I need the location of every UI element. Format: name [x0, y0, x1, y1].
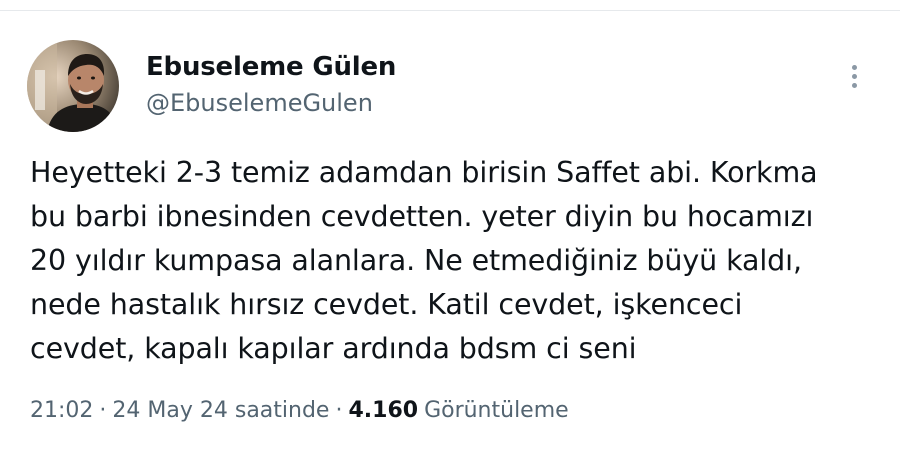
- tweet-timestamp[interactable]: 21:02 · 24 May 24 saatinde: [30, 398, 329, 423]
- more-vertical-icon: [851, 64, 857, 88]
- tweet-text-line: 20 yıldır kumpasa alanlara. Ne etmediğin…: [30, 244, 802, 277]
- tweet-meta: 21:02 · 24 May 24 saatinde · 4.160 Görüntü…: [30, 398, 569, 423]
- tweet-text: Heyetteki 2-3 temiz adamdan birisin Saff…: [30, 151, 880, 371]
- avatar[interactable]: [27, 40, 119, 132]
- more-options-button[interactable]: [838, 58, 870, 94]
- tweet-text-line: nede hastalık hırsız cevdet. Katil cevde…: [30, 288, 743, 321]
- author-handle[interactable]: @EbuselemeGulen: [146, 89, 373, 117]
- tweet-card: Ebuseleme Gülen @EbuselemeGulen Heyettek…: [0, 0, 900, 457]
- tweet-text-line: cevdet, kapalı kapılar ardında bdsm ci s…: [30, 332, 637, 365]
- views-label: Görüntüleme: [424, 398, 569, 423]
- views-count: 4.160: [348, 398, 419, 423]
- tweet-date: 24 May 24 saatinde: [112, 398, 330, 423]
- meta-separator: ·: [335, 398, 343, 423]
- tweet-time: 21:02: [30, 398, 94, 423]
- tweet-text-line: bu barbi ibnesinden cevdetten. yeter diy…: [30, 200, 814, 233]
- avatar-image: [27, 40, 119, 132]
- author-display-name[interactable]: Ebuseleme Gülen: [146, 52, 396, 82]
- meta-separator: ·: [99, 398, 107, 423]
- tweet-text-line: Heyetteki 2-3 temiz adamdan birisin Saff…: [30, 156, 818, 189]
